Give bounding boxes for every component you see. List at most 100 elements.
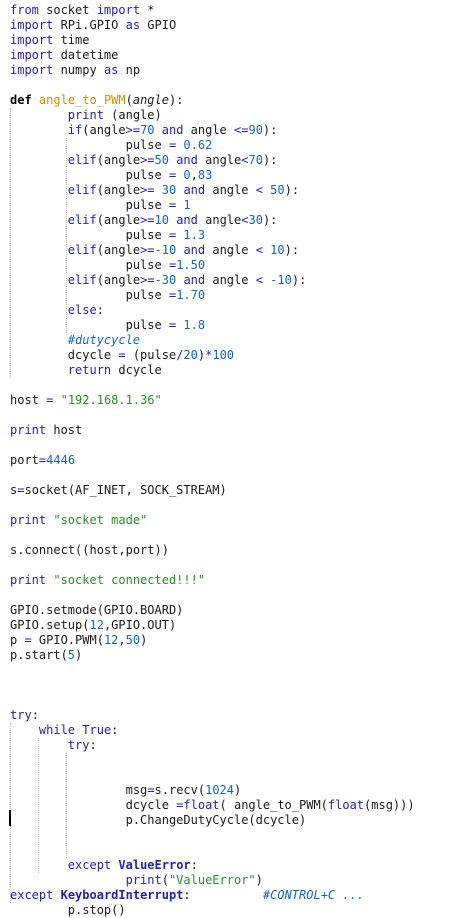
code-token: (angle) [103, 108, 162, 122]
code-token: 70 [140, 123, 155, 137]
code-token: 0 [183, 168, 191, 182]
code-line: pulse = 0,83 [10, 168, 213, 183]
code-token: 1.8 [183, 318, 206, 332]
code-token: elif [67, 153, 97, 167]
code-token: -30 [154, 273, 177, 287]
code-token: "192.168.1.36" [60, 393, 162, 407]
code-token: except [10, 888, 54, 902]
code-token: ): [168, 93, 184, 107]
code-token: host [10, 393, 47, 407]
code-token: angle [132, 93, 169, 107]
code-token: ValueError [118, 858, 191, 872]
code-token: "socket made" [53, 513, 148, 527]
code-token: (msg))) [364, 798, 415, 812]
code-token: #CONTROL+C ... [262, 888, 365, 902]
code-token: ): [291, 273, 307, 287]
code-line: elif(angle>=-10 and angle < 10): [10, 243, 299, 258]
code-token: , [118, 633, 126, 647]
code-line: pulse = 1.8 [10, 318, 206, 333]
code-token: except [67, 858, 112, 872]
code-line: print("ValueError") [10, 873, 263, 888]
code-token: float [183, 798, 220, 812]
code-token: and [176, 153, 198, 167]
code-token: 1.70 [176, 288, 206, 302]
code-line: from socket import * [10, 3, 155, 18]
code-token: socket [38, 3, 97, 17]
code-token: import [10, 48, 54, 62]
code-line: p = GPIO.PWM(12,50) [10, 633, 147, 648]
code-token: 83 [197, 168, 213, 182]
code-token: p [10, 633, 25, 647]
code-line: p.ChangeDutyCycle(dcycle) [10, 813, 307, 828]
code-token: socket(AF_INET, SOCK_STREAM) [24, 483, 227, 497]
code-line: host = "192.168.1.36" [10, 393, 162, 408]
code-token: pulse [10, 258, 169, 272]
code-token: = [118, 348, 126, 362]
code-editor[interactable]: from socket import * import RPi.GPIO as G… [0, 0, 449, 917]
code-token: : [89, 738, 97, 752]
code-token: angle [205, 273, 256, 287]
code-token: s.recv( [154, 783, 206, 797]
code-token: = [147, 783, 155, 797]
code-token: (angle [96, 153, 141, 167]
code-token: <= [234, 123, 249, 137]
code-token: -10 [154, 243, 177, 257]
code-line: p.start(5) [10, 648, 82, 663]
code-token: ( angle_to_PWM( [219, 798, 328, 812]
code-token: ( [125, 93, 133, 107]
code-token: 50 [270, 183, 285, 197]
code-token: , [190, 168, 198, 182]
code-token: ): [262, 213, 278, 227]
code-token: True [82, 723, 112, 737]
code-token: : [31, 708, 39, 722]
code-token: (angle [82, 123, 126, 137]
code-token: try [10, 708, 32, 722]
code-token: : [111, 723, 119, 737]
code-token: elif [67, 273, 97, 287]
code-token: pulse [10, 288, 169, 302]
code-token: float [327, 798, 365, 812]
code-token: and [183, 183, 206, 197]
code-token: angle [183, 123, 235, 137]
code-line: print "socket connected!!!" [10, 573, 205, 588]
code-line: pulse =1.70 [10, 288, 206, 303]
code-token: and [161, 123, 184, 137]
code-token: (angle [96, 273, 141, 287]
code-token: dcycle [10, 348, 119, 362]
code-line: s=socket(AF_INET, SOCK_STREAM) [10, 483, 227, 498]
code-line: def angle_to_PWM(angle): [10, 93, 183, 108]
code-token: (angle [96, 183, 141, 197]
code-token: import [96, 3, 141, 17]
code-token: datetime [53, 48, 119, 62]
code-token: dcycle [111, 363, 162, 377]
code-token: time [53, 33, 90, 47]
code-token: : [96, 303, 104, 317]
code-token: * [140, 3, 155, 17]
code-token: from [10, 3, 39, 17]
code-token: import [10, 33, 54, 47]
code-token: import [10, 63, 54, 77]
code-token: RPi.GPIO [53, 18, 126, 32]
code-token: p.start( [10, 648, 68, 662]
code-token: : [190, 858, 198, 872]
code-token: >= [140, 243, 155, 257]
code-token: 30 [161, 183, 177, 197]
code-line: if(angle>=70 and angle <=90): [10, 123, 278, 138]
code-token: print [67, 108, 104, 122]
code-token: KeyboardInterrupt [60, 888, 184, 902]
code-token: p.stop() [10, 903, 126, 917]
code-token: 12 [89, 618, 104, 632]
code-token: as [125, 18, 141, 32]
code-token: 30 [248, 213, 263, 227]
code-line: while True: [10, 723, 119, 738]
code-token: 10 [270, 243, 285, 257]
code-token: < [255, 273, 263, 287]
code-token: 50 [125, 633, 141, 647]
code-token: (angle [96, 243, 141, 257]
